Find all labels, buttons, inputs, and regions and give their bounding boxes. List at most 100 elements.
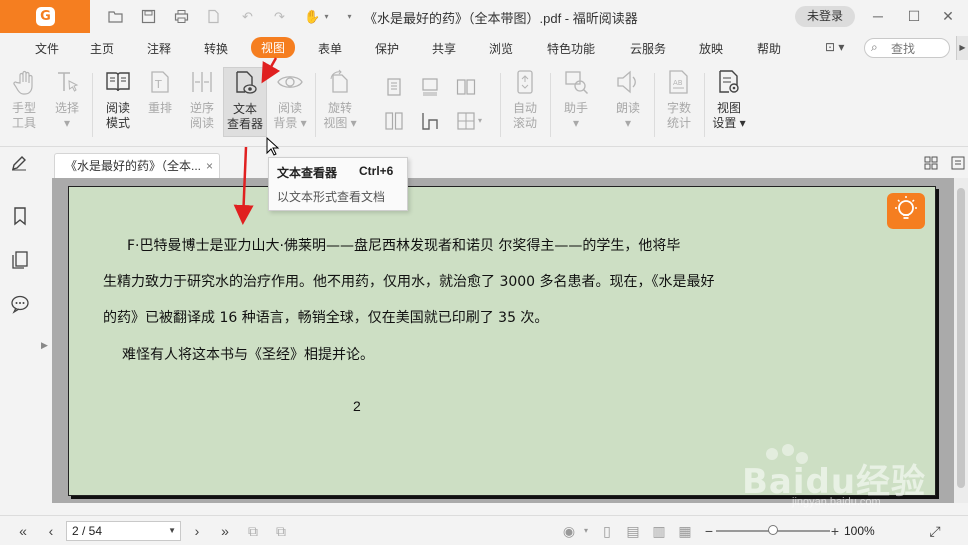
menu-home[interactable]: 主页 <box>90 40 114 57</box>
document-tab[interactable]: 《水是最好的药》（全本... × <box>54 153 220 178</box>
hand-mode-dropdown-icon[interactable]: ✋ <box>304 9 320 24</box>
new-doc-icon[interactable] <box>206 9 221 24</box>
pages-thumbnail-icon[interactable] <box>10 250 30 270</box>
tool-label: 选择 <box>54 101 79 115</box>
view-settings-button[interactable]: 视图 设置 ▾ <box>707 69 751 131</box>
tool-label: 视图 <box>716 101 741 115</box>
ribbon-options-icon[interactable]: ⊡ ▾ <box>825 40 844 54</box>
previous-view-icon[interactable]: ⧉ <box>244 522 262 540</box>
menu-comment[interactable]: 注释 <box>147 40 171 57</box>
chevron-down-icon[interactable]: ▾ <box>478 113 498 133</box>
hand-tool-button[interactable]: 手型 工具 <box>2 69 46 131</box>
cover-page-icon[interactable] <box>420 111 440 131</box>
maximize-icon[interactable]: ☐ <box>904 6 924 26</box>
close-tab-icon[interactable]: × <box>206 154 213 178</box>
search-input[interactable] <box>891 41 945 56</box>
reflow-button[interactable]: T 重排 <box>138 69 182 116</box>
paragraph: F·巴特曼博士是亚力山大·佛莱明——盘尼西林发现者和诺贝 尔奖得主——的学生，他… <box>127 238 681 254</box>
left-nav-panel <box>0 178 40 515</box>
next-page-icon[interactable]: › <box>188 522 206 540</box>
close-icon[interactable]: ✕ <box>938 6 958 26</box>
search-icon: ⌕ <box>871 40 878 54</box>
rotate-view-button[interactable]: 旋转 视图 ▾ <box>318 69 362 131</box>
watermark-url: jingyan.baidu.com <box>792 496 881 508</box>
assistant-button[interactable]: 助手 ▾ <box>554 69 598 131</box>
view-settings-icon <box>716 69 742 95</box>
app-logo[interactable]: G <box>0 0 90 33</box>
menu-features[interactable]: 特色功能 <box>547 40 595 57</box>
two-page-continuous-icon[interactable] <box>384 111 404 131</box>
continuous-view-icon[interactable]: ▤ <box>624 522 642 540</box>
zoom-level[interactable]: 100% <box>844 524 875 538</box>
text-viewer-button[interactable]: 文本 查看器 <box>223 67 267 137</box>
redo-icon[interactable]: ↷ <box>272 9 287 24</box>
search-box[interactable]: ⌕ <box>864 38 950 58</box>
ribbon-separator <box>315 73 316 137</box>
two-page-icon[interactable] <box>456 77 476 97</box>
menu-browse[interactable]: 浏览 <box>489 40 513 57</box>
menu-scroll-right-icon[interactable]: ▶ <box>956 36 968 60</box>
reading-mode-icon[interactable]: ◉ <box>560 522 578 540</box>
read-mode-button[interactable]: 阅读 模式 <box>96 69 140 131</box>
menu-slideshow[interactable]: 放映 <box>699 40 723 57</box>
chevron-down-icon[interactable]: ▾ <box>319 9 334 24</box>
tool-label: 逆序 <box>189 101 214 115</box>
paragraph: 生精力致力于研究水的治疗作用。他不用药，仅用水，就治愈了 3000 多名患者。现… <box>103 274 715 290</box>
facing-view-icon[interactable]: ▥ <box>650 522 668 540</box>
menu-share[interactable]: 共享 <box>432 40 456 57</box>
reading-background-button[interactable]: 阅读 背景 ▾ <box>268 69 312 131</box>
menu-form[interactable]: 表单 <box>318 40 342 57</box>
first-page-icon[interactable]: « <box>14 522 32 540</box>
paragraph: 的药》已被翻译成 16 种语言，畅销全球，仅在美国就已印刷了 35 次。 <box>103 310 549 326</box>
prev-page-icon[interactable]: ‹ <box>42 522 60 540</box>
fullscreen-icon[interactable]: ⤢ <box>926 522 944 540</box>
text-viewer-icon <box>232 70 258 96</box>
zoom-in-icon[interactable]: + <box>826 522 844 540</box>
zoom-slider-thumb[interactable] <box>768 525 778 535</box>
menu-cloud[interactable]: 云服务 <box>630 40 666 57</box>
scrollbar-thumb[interactable] <box>957 188 965 488</box>
vertical-scrollbar[interactable] <box>954 178 968 503</box>
minimize-icon[interactable]: ─ <box>868 6 888 26</box>
assistant-icon <box>563 69 589 95</box>
facing-continuous-icon[interactable]: ▦ <box>676 522 694 540</box>
chevron-down-icon[interactable]: ▾ <box>577 522 595 540</box>
bookmark-icon[interactable] <box>10 206 30 226</box>
word-count-button[interactable]: AB 字数 统计 <box>657 69 701 131</box>
menu-convert[interactable]: 转换 <box>204 40 228 57</box>
read-aloud-button[interactable]: 朗读 ▾ <box>606 69 650 131</box>
eye-icon <box>277 69 303 95</box>
single-page-view-icon[interactable]: ▯ <box>598 522 616 540</box>
page-selector[interactable]: 2 / 54 ▼ <box>66 521 181 541</box>
print-icon[interactable] <box>174 9 189 24</box>
reflow-icon: T <box>147 69 173 95</box>
side-panel-icon[interactable] <box>951 156 965 170</box>
menu-help[interactable]: 帮助 <box>757 40 781 57</box>
reverse-read-button[interactable]: 逆序 阅读 <box>180 69 224 131</box>
tool-label: 朗读 <box>615 101 640 115</box>
customize-toolbar-icon[interactable]: ▾ <box>342 9 357 24</box>
last-page-icon[interactable]: » <box>216 522 234 540</box>
login-button[interactable]: 未登录 <box>795 6 855 27</box>
undo-icon[interactable]: ↶ <box>240 9 255 24</box>
split-view-icon[interactable] <box>456 111 476 131</box>
menu-protect[interactable]: 保护 <box>375 40 399 57</box>
pencil-icon[interactable] <box>10 154 28 172</box>
next-view-icon[interactable]: ⧉ <box>272 522 290 540</box>
tips-button[interactable] <box>887 193 925 229</box>
comment-icon[interactable] <box>10 294 30 314</box>
menu-file[interactable]: 文件 <box>35 40 59 57</box>
continuous-page-icon[interactable] <box>420 77 440 97</box>
single-page-icon[interactable] <box>384 77 404 97</box>
auto-scroll-button[interactable]: 自动 滚动 <box>503 69 547 131</box>
grid-view-icon[interactable] <box>924 156 938 170</box>
open-folder-icon[interactable] <box>108 9 123 24</box>
save-icon[interactable] <box>141 9 156 24</box>
tool-label: 阅读 <box>189 116 214 130</box>
expand-panel-icon[interactable]: ▶ <box>41 340 48 351</box>
tool-label: 手型 <box>11 101 36 115</box>
menu-view[interactable]: 视图 <box>251 37 296 58</box>
tooltip-title: 文本查看器 <box>277 166 338 180</box>
tool-label: 自动 <box>512 101 537 115</box>
select-tool-button[interactable]: 选择 ▾ <box>45 69 89 131</box>
